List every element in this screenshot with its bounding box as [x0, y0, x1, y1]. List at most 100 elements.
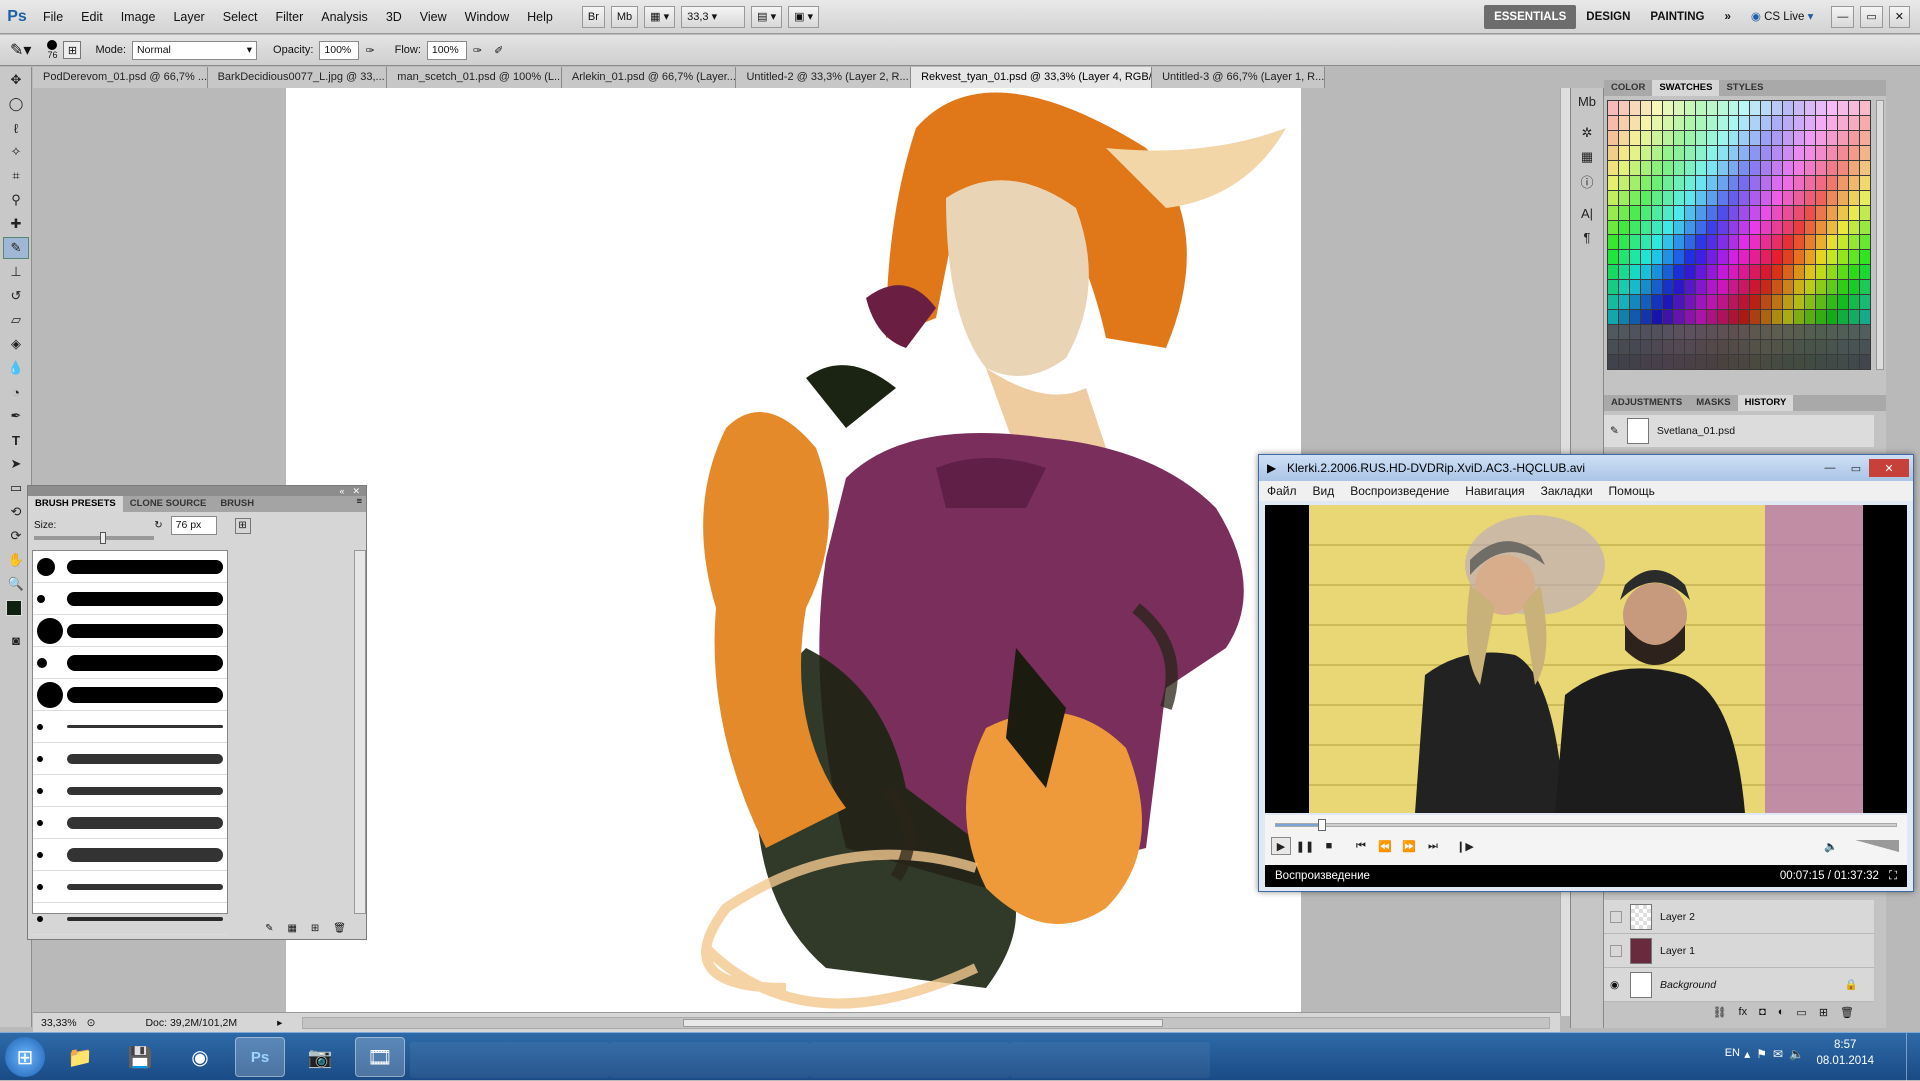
fx-icon[interactable]: fx — [1739, 1006, 1748, 1018]
brush-panel-toggle-icon[interactable]: ⊞ — [63, 41, 82, 59]
marquee-tool-icon[interactable]: ◯ — [3, 93, 29, 115]
color-swatch[interactable] — [1750, 340, 1761, 355]
color-swatch[interactable] — [1772, 205, 1783, 220]
color-swatch[interactable] — [1640, 325, 1651, 340]
chrome-icon[interactable]: ◉ — [175, 1037, 225, 1077]
color-swatch[interactable] — [1640, 235, 1651, 250]
color-swatch[interactable] — [1761, 220, 1772, 235]
tab-document[interactable]: BarkDecidious0077_L.jpg @ 33,...✕ — [207, 67, 388, 88]
color-swatch[interactable] — [1618, 190, 1629, 205]
color-swatch[interactable] — [1838, 130, 1849, 145]
eye-icon[interactable]: ◉ — [1610, 979, 1622, 991]
color-swatch[interactable] — [1662, 235, 1673, 250]
character-icon[interactable]: A| — [1574, 202, 1600, 224]
color-swatch[interactable] — [1827, 175, 1838, 190]
color-swatch[interactable] — [1629, 190, 1640, 205]
color-swatch[interactable] — [1827, 205, 1838, 220]
photoshop-taskbar-icon[interactable]: Ps — [235, 1037, 285, 1077]
color-swatch[interactable] — [1717, 250, 1728, 265]
color-swatch[interactable] — [1761, 340, 1772, 355]
color-swatch[interactable] — [1827, 115, 1838, 130]
color-swatch[interactable] — [1695, 205, 1706, 220]
color-swatch[interactable] — [1640, 220, 1651, 235]
color-swatch[interactable] — [1805, 160, 1816, 175]
color-swatch[interactable] — [1772, 130, 1783, 145]
color-swatch[interactable] — [1805, 175, 1816, 190]
color-swatch[interactable] — [1651, 130, 1662, 145]
reset-size-icon[interactable]: ↻ — [154, 520, 162, 531]
brush-tool-icon[interactable]: ✎ — [3, 237, 29, 259]
navigator-icon[interactable]: ✲ — [1574, 122, 1600, 144]
flow-field[interactable]: 100% — [426, 40, 467, 60]
color-swatch[interactable] — [1662, 175, 1673, 190]
color-swatch[interactable] — [1673, 340, 1684, 355]
color-swatch[interactable] — [1706, 220, 1717, 235]
color-swatch[interactable] — [1761, 325, 1772, 340]
zoom-readout[interactable]: 33,33% — [41, 1017, 77, 1029]
link-layers-icon[interactable]: ⛓ — [1713, 1006, 1727, 1019]
color-swatch[interactable] — [1805, 340, 1816, 355]
color-swatch[interactable] — [1860, 325, 1870, 340]
group-icon[interactable]: ▭ — [1796, 1006, 1806, 1019]
color-swatch[interactable] — [1860, 175, 1870, 190]
color-swatch[interactable] — [1816, 190, 1827, 205]
color-swatch[interactable] — [1728, 130, 1739, 145]
color-swatch[interactable] — [1849, 235, 1860, 250]
color-swatch[interactable] — [1805, 205, 1816, 220]
color-swatch[interactable] — [1629, 265, 1640, 280]
volume-slider[interactable] — [1855, 840, 1899, 852]
color-swatch[interactable] — [1816, 220, 1827, 235]
color-swatch[interactable] — [1805, 235, 1816, 250]
color-swatch[interactable] — [1673, 265, 1684, 280]
size-slider[interactable] — [34, 532, 154, 544]
color-swatch[interactable] — [1618, 295, 1629, 310]
color-swatch[interactable] — [1772, 310, 1783, 325]
color-swatch[interactable] — [1640, 160, 1651, 175]
more-workspaces-icon[interactable]: » — [1714, 5, 1740, 29]
color-swatch[interactable] — [1849, 175, 1860, 190]
color-swatch[interactable] — [1739, 220, 1750, 235]
color-swatch[interactable] — [1805, 295, 1816, 310]
color-swatch[interactable] — [1695, 295, 1706, 310]
trash-icon[interactable]: 🗑 — [1840, 1006, 1854, 1019]
color-swatch[interactable] — [1783, 130, 1794, 145]
color-swatch[interactable] — [1608, 175, 1618, 190]
color-swatch[interactable] — [1772, 220, 1783, 235]
color-swatch[interactable] — [1640, 340, 1651, 355]
color-swatch[interactable] — [1739, 355, 1750, 369]
quick-select-tool-icon[interactable]: ✧ — [3, 141, 29, 163]
color-swatch[interactable] — [1739, 340, 1750, 355]
zoom-tool-icon[interactable]: 🔍 — [3, 573, 29, 595]
color-swatch[interactable] — [1629, 130, 1640, 145]
color-swatch[interactable] — [1838, 145, 1849, 160]
color-swatch[interactable] — [1750, 205, 1761, 220]
color-swatch[interactable] — [1608, 295, 1618, 310]
language-indicator[interactable]: EN — [1725, 1047, 1740, 1059]
color-swatch[interactable] — [1860, 310, 1870, 325]
color-swatch[interactable] — [1684, 310, 1695, 325]
color-swatch[interactable] — [1662, 101, 1673, 115]
color-swatch[interactable] — [1750, 190, 1761, 205]
color-swatch[interactable] — [1618, 160, 1629, 175]
color-swatch[interactable] — [1618, 310, 1629, 325]
color-swatch[interactable] — [1783, 190, 1794, 205]
color-swatch[interactable] — [1618, 115, 1629, 130]
zoom-level[interactable]: 33,3 ▾ — [681, 5, 746, 28]
frame-step-button[interactable]: ❙▶ — [1455, 837, 1475, 855]
color-swatch[interactable] — [1805, 190, 1816, 205]
color-swatch[interactable] — [1629, 325, 1640, 340]
brush-preset-item[interactable] — [33, 839, 227, 871]
show-desktop-button[interactable] — [1906, 1033, 1920, 1081]
mode-select[interactable]: Normal ▾ — [132, 40, 258, 60]
color-swatch[interactable] — [1629, 205, 1640, 220]
minimize-button[interactable]: — — [1831, 5, 1855, 28]
color-swatch[interactable] — [1717, 190, 1728, 205]
tab-clone-source[interactable]: CLONE SOURCE — [123, 496, 214, 512]
color-swatch[interactable] — [1673, 220, 1684, 235]
color-swatch[interactable] — [1783, 280, 1794, 295]
color-swatch[interactable] — [1761, 175, 1772, 190]
color-swatch[interactable] — [1717, 355, 1728, 369]
tab-color[interactable]: COLOR — [1604, 80, 1652, 96]
pen-tool-icon[interactable]: ✒ — [3, 405, 29, 427]
color-swatch[interactable] — [1728, 310, 1739, 325]
